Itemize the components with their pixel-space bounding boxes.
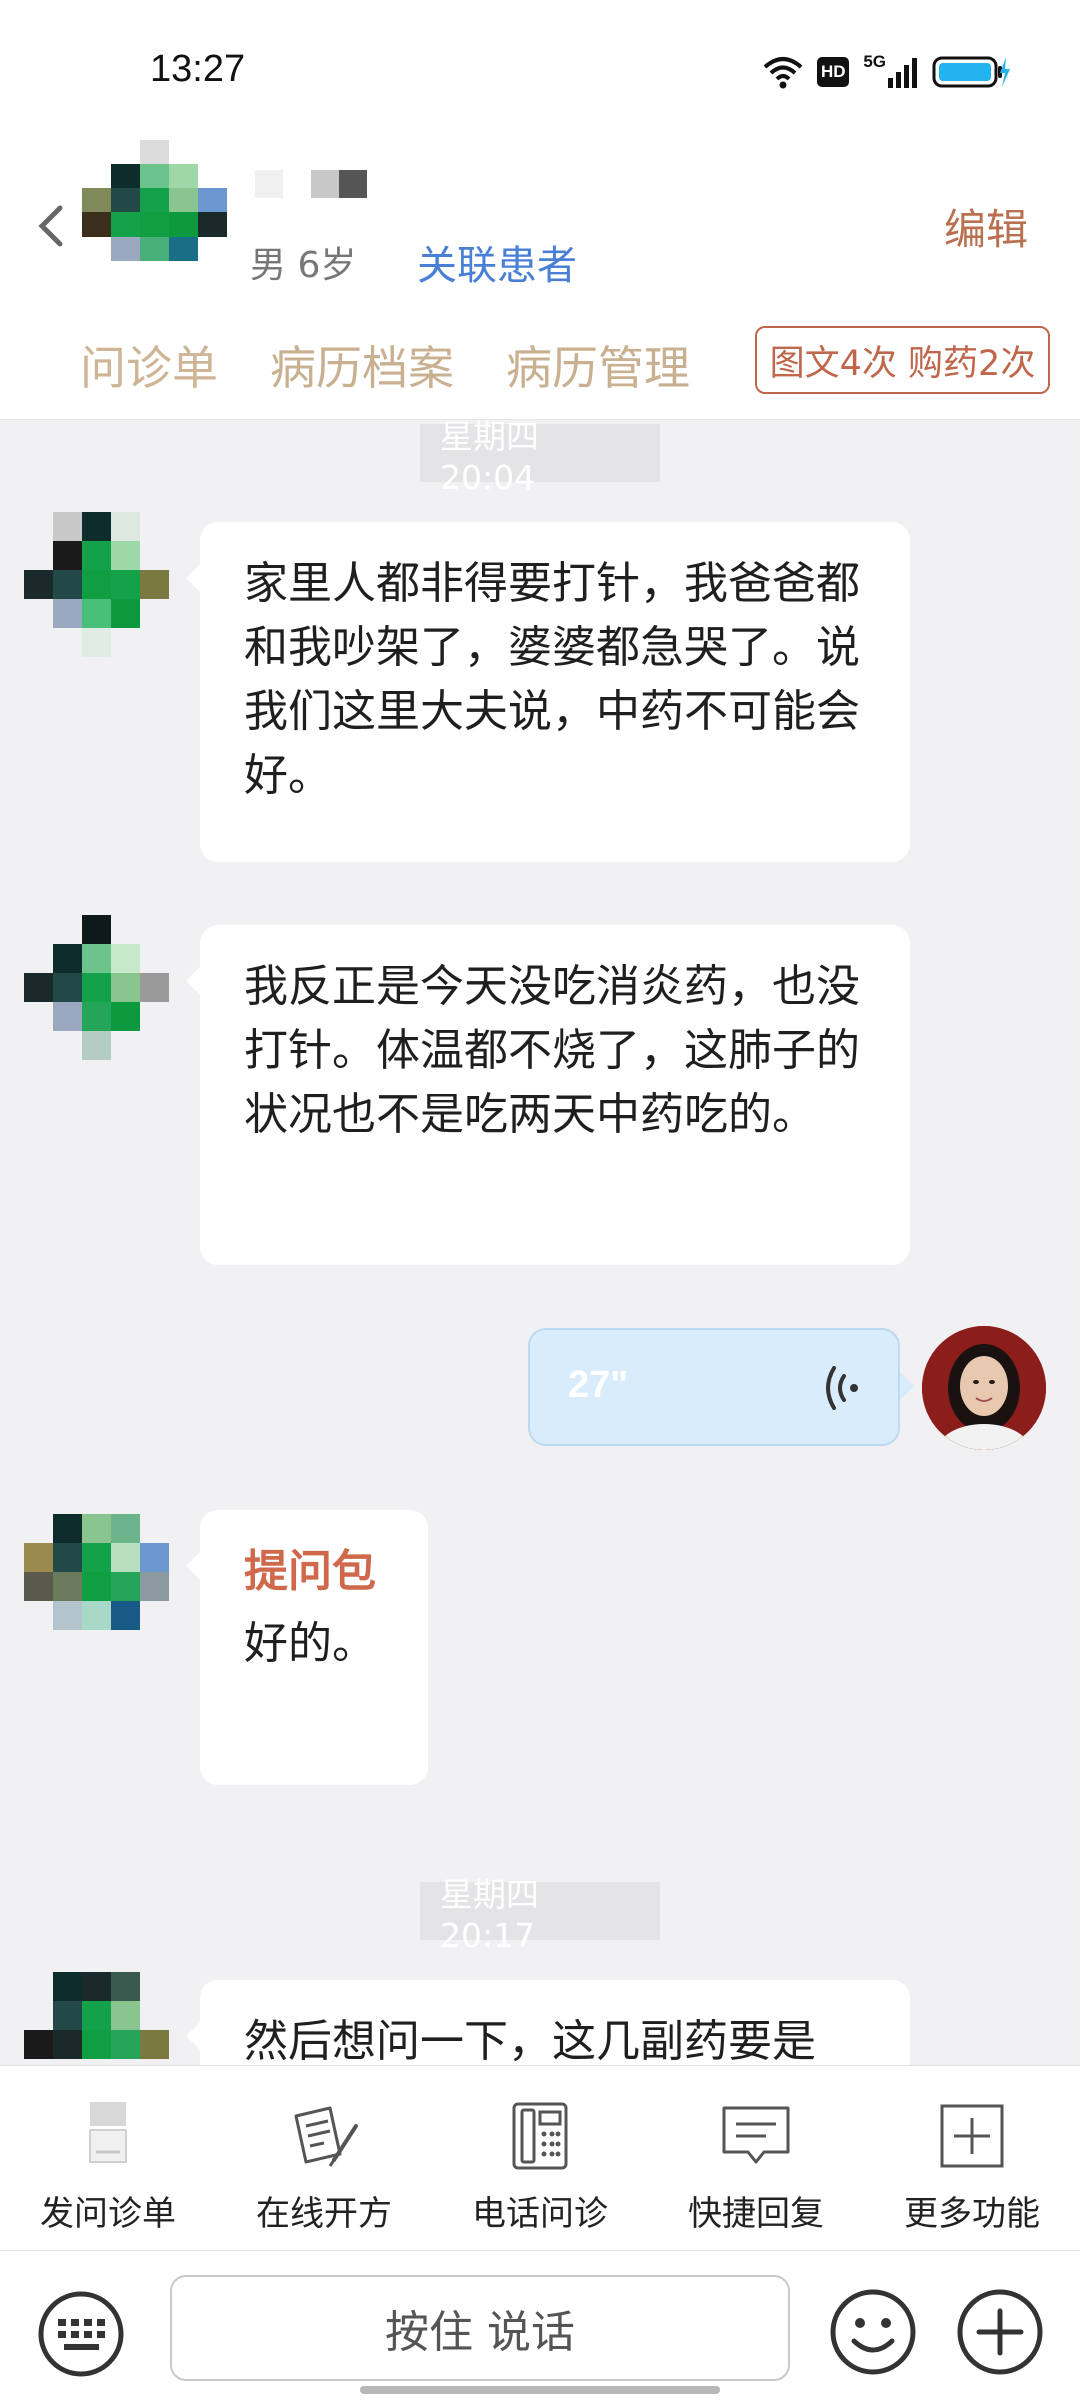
message-text: 然后想问一下，这几副药要是 — [244, 2016, 816, 2067]
send-inquiry-form-button[interactable]: 发问诊单 — [0, 2066, 216, 2251]
phone-consult-button[interactable]: 电话问诊 — [432, 2066, 648, 2251]
status-bar: 13:27 HD 5G — [0, 0, 1080, 140]
tab-medical-management[interactable]: 病历管理 — [506, 332, 690, 398]
plus-icon[interactable] — [955, 2287, 1045, 2377]
action-toolbar: 发问诊单 在线开方 电话问诊 快捷回复 更多功能 — [0, 2065, 1080, 2250]
chat-header: 男 6岁 关联患者 编辑 问诊单 病历档案 病历管理 图文4次 购药2次 — [0, 140, 1080, 420]
more-features-button[interactable]: 更多功能 — [864, 2066, 1080, 2251]
hd-badge: HD — [817, 57, 850, 87]
tab-inquiry-form[interactable]: 问诊单 — [80, 332, 218, 398]
voice-duration: 27" — [568, 1364, 629, 1406]
quick-reply-button[interactable]: 快捷回复 — [648, 2066, 864, 2251]
back-icon[interactable] — [32, 196, 72, 256]
doctor-avatar[interactable] — [922, 1326, 1046, 1450]
signal-icon — [888, 58, 917, 88]
battery-icon — [932, 56, 1010, 88]
status-time: 13:27 — [150, 48, 246, 90]
message-text: 好的。 — [244, 1618, 376, 1669]
patient-avatar[interactable] — [24, 512, 169, 657]
phone-icon — [512, 2102, 568, 2170]
message-text: 家里人都非得要打针，我爸爸都和我吵架了，婆婆都急哭了。说我们这里大夫说，中药不可… — [244, 558, 860, 801]
emoji-icon[interactable] — [828, 2287, 918, 2377]
tool-label: 在线开方 — [256, 2194, 392, 2234]
patient-gender-age: 男 6岁 — [250, 245, 357, 286]
question-package-title: 提问包 — [244, 1546, 376, 1597]
patient-avatar[interactable] — [24, 1514, 169, 1659]
network-type: 5G — [863, 52, 886, 71]
online-prescription-button[interactable]: 在线开方 — [216, 2066, 432, 2251]
prescription-icon — [294, 2106, 358, 2167]
quick-reply-icon — [722, 2106, 790, 2164]
home-indicator — [360, 2386, 720, 2394]
keyboard-icon[interactable] — [36, 2289, 126, 2379]
link-patient-button[interactable]: 关联患者 — [417, 233, 577, 291]
tool-label: 更多功能 — [904, 2194, 1040, 2234]
patient-name-redacted — [255, 170, 370, 200]
question-package-bubble[interactable]: 提问包 好的。 — [186, 1510, 428, 1785]
status-icons: HD 5G — [763, 52, 1010, 92]
message-bubble[interactable]: 家里人都非得要打针，我爸爸都和我吵架了，婆婆都急哭了。说我们这里大夫说，中药不可… — [186, 522, 910, 862]
patient-avatar[interactable] — [82, 140, 227, 285]
quota-badge[interactable]: 图文4次 购药2次 — [755, 326, 1050, 394]
timestamp-chip: 星期四 20:04 — [420, 417, 660, 497]
message-text: 我反正是今天没吃消炎药，也没打针。体温都不烧了，这肺子的状况也不是吃两天中药吃的… — [244, 961, 860, 1140]
message-bubble[interactable]: 我反正是今天没吃消炎药，也没打针。体温都不烧了，这肺子的状况也不是吃两天中药吃的… — [186, 925, 910, 1265]
voice-wave-icon — [826, 1366, 858, 1410]
input-bar: 按住 说话 — [0, 2250, 1080, 2400]
more-icon — [940, 2104, 1004, 2168]
tab-medical-archive[interactable]: 病历档案 — [270, 332, 454, 398]
tool-label: 电话问诊 — [472, 2194, 608, 2234]
voice-message-bubble[interactable]: 27" — [528, 1328, 914, 1446]
tool-label: 发问诊单 — [40, 2194, 176, 2234]
timestamp-chip: 星期四 20:17 — [420, 1875, 660, 1955]
inquiry-form-icon — [89, 2102, 127, 2163]
hold-to-talk-button[interactable]: 按住 说话 — [170, 2275, 790, 2381]
tool-label: 快捷回复 — [688, 2194, 824, 2234]
patient-avatar[interactable] — [24, 915, 169, 1060]
wifi-icon — [763, 57, 803, 89]
edit-button[interactable]: 编辑 — [944, 196, 1028, 257]
